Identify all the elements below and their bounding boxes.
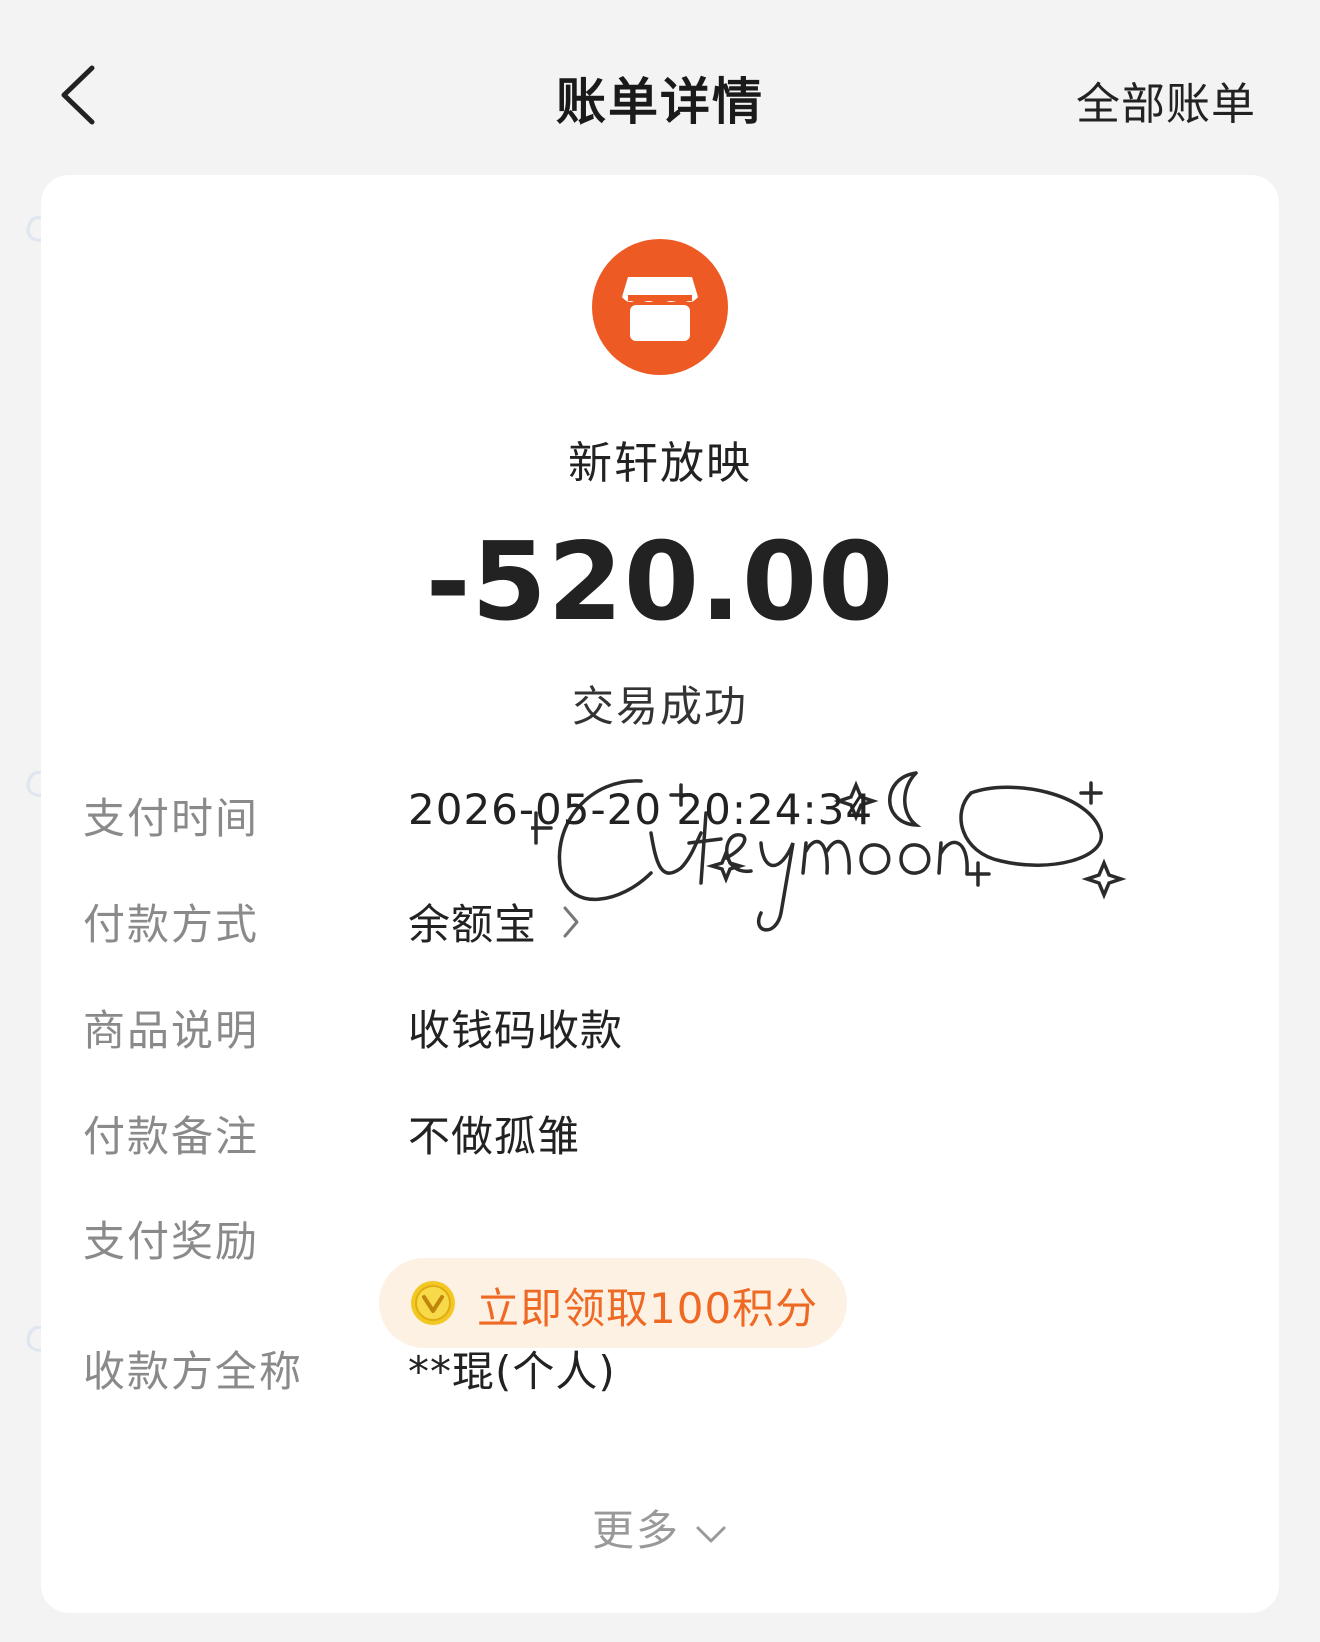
detail-value: 2026-05-20 20:24:34 [408, 785, 874, 834]
claim-points-label: 立即领取100积分 [477, 1284, 819, 1333]
coin-icon [411, 1281, 455, 1325]
detail-label: 付款方式 [83, 900, 260, 949]
detail-row-payment-method[interactable]: 付款方式 余额宝 [41, 891, 1279, 951]
more-label: 更多 [591, 1506, 680, 1555]
detail-label: 支付奖励 [83, 1217, 260, 1266]
detail-row-payee: 收款方全称 **琨(个人) [41, 1338, 1279, 1398]
more-button[interactable]: 更多 [41, 1497, 1279, 1558]
detail-value: 收钱码收款 [408, 1006, 624, 1055]
claim-points-button[interactable]: 立即领取100积分 [379, 1258, 847, 1348]
detail-row-pay-time: 支付时间 2026-05-20 20:24:34 [41, 785, 1279, 845]
detail-value: 不做孤雏 [408, 1112, 581, 1161]
transaction-status: 交易成功 [571, 682, 748, 731]
shop-icon [592, 239, 728, 375]
nav-bar: 账单详情 全部账单 [0, 0, 1320, 190]
detail-label: 商品说明 [83, 1006, 260, 1055]
payment-method-text: 余额宝 [408, 900, 538, 949]
detail-label: 付款备注 [83, 1112, 260, 1161]
chevron-down-icon [696, 1526, 726, 1542]
merchant-name: 新轩放映 [568, 438, 752, 489]
detail-value[interactable]: 余额宝 [408, 891, 581, 952]
chevron-right-icon [563, 906, 579, 937]
detail-value: **琨(个人) [408, 1347, 616, 1396]
detail-row-description: 商品说明 收钱码收款 [41, 997, 1279, 1057]
detail-row-remark: 付款备注 不做孤雏 [41, 1103, 1279, 1163]
bill-detail-card: 新轩放映 -520.00 交易成功 支付时间 2026-05-20 20:24:… [41, 175, 1279, 1613]
detail-label: 支付时间 [83, 794, 260, 843]
all-bills-link[interactable]: 全部账单 [1076, 68, 1256, 132]
detail-label: 收款方全称 [83, 1347, 304, 1396]
transaction-amount: -520.00 [425, 520, 895, 645]
